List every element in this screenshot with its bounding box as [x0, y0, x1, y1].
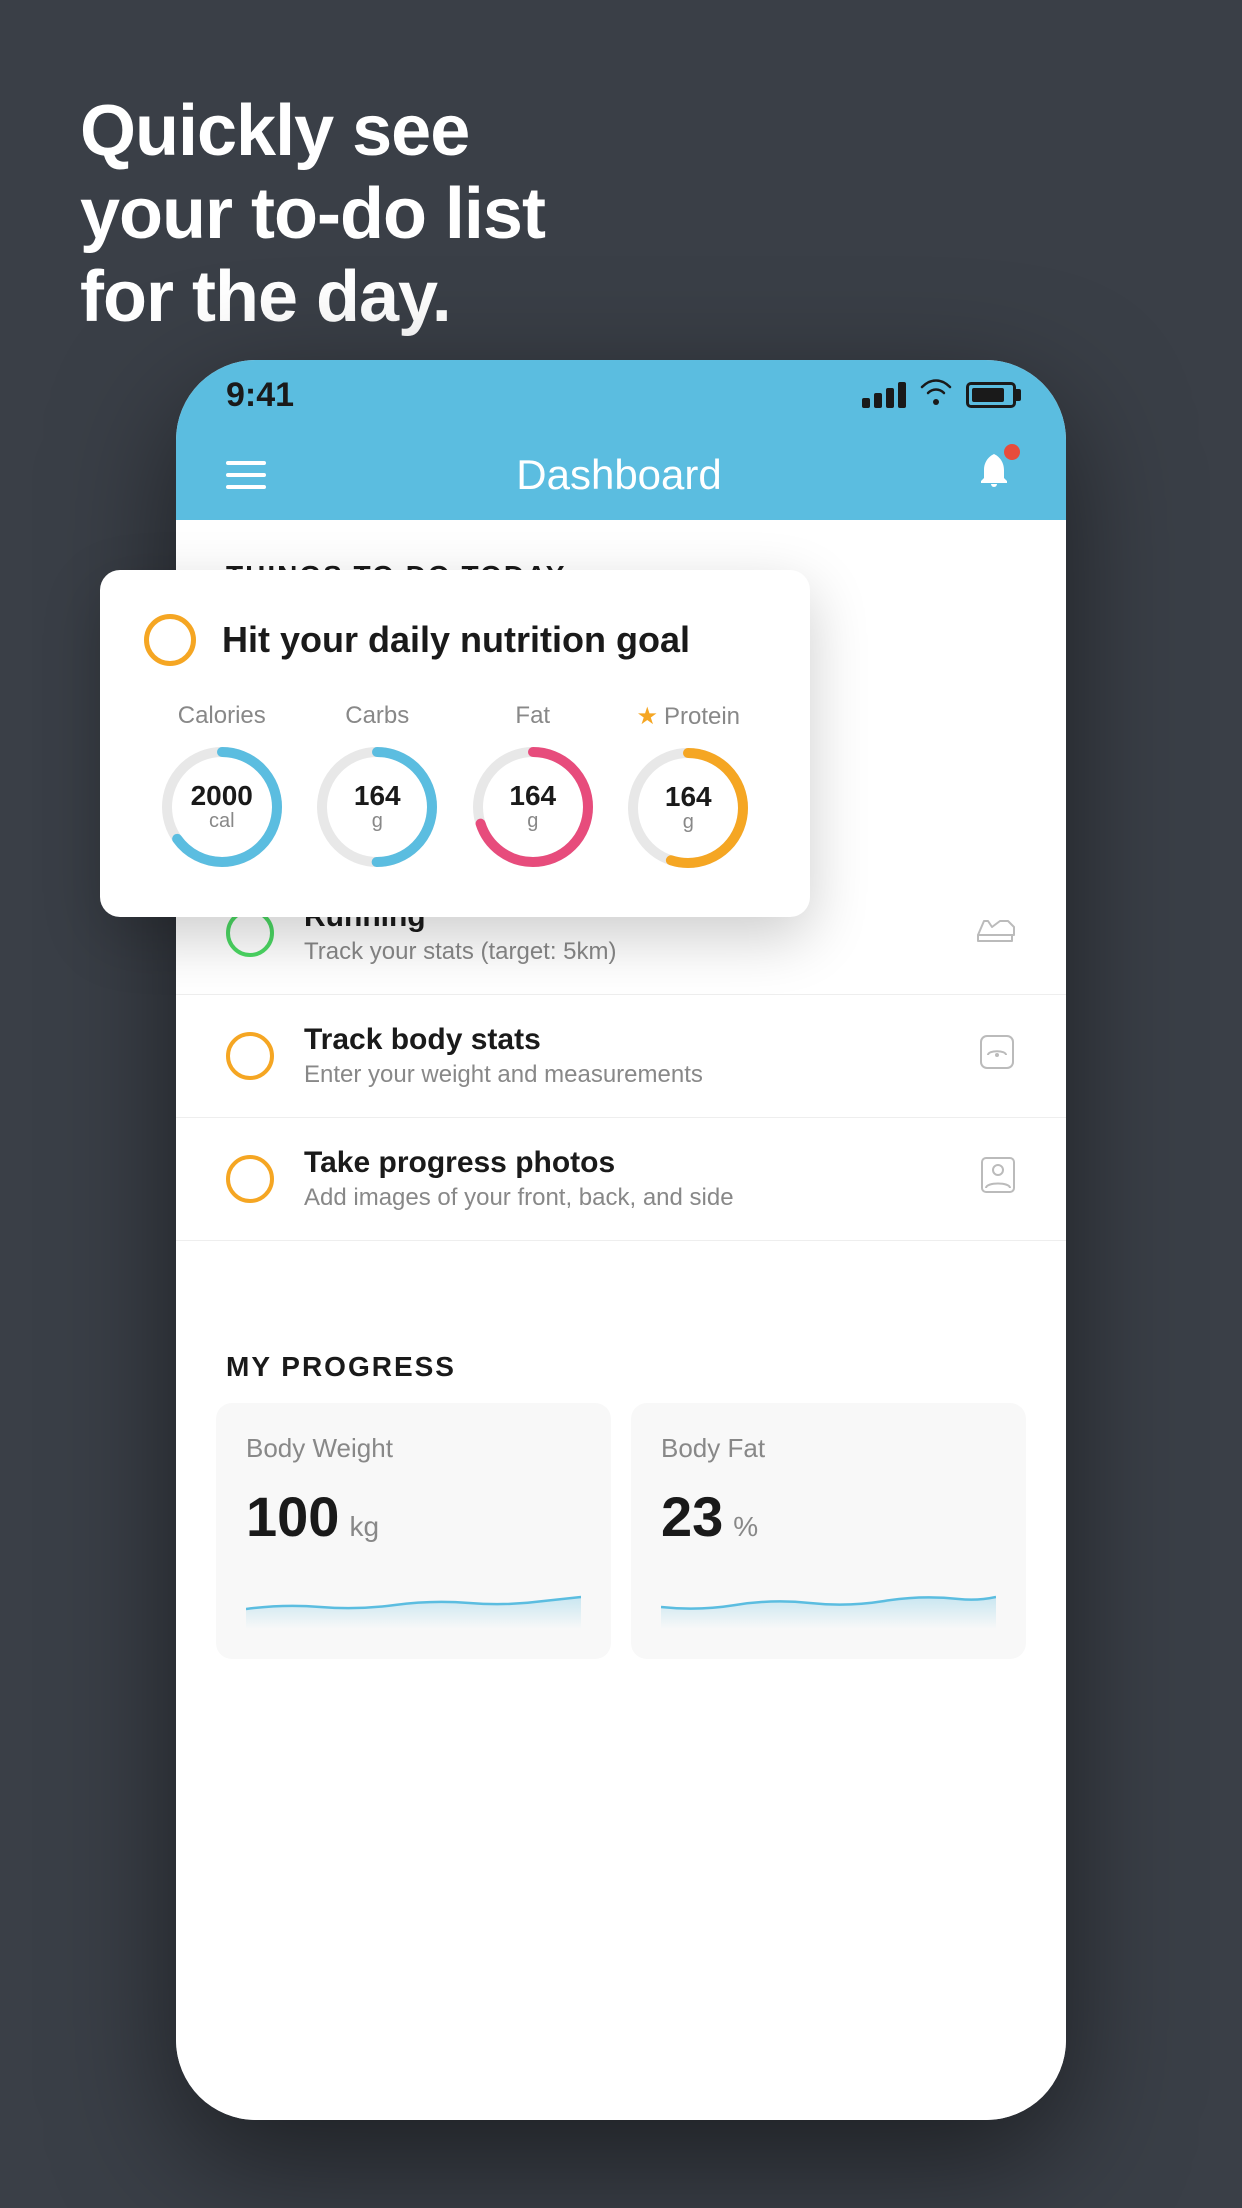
protein-unit: g — [683, 811, 694, 834]
list-item[interactable]: Track body stats Enter your weight and m… — [176, 995, 1066, 1118]
body-weight-title: Body Weight — [246, 1433, 581, 1464]
nav-title: Dashboard — [516, 451, 721, 499]
todo-circle-photos — [226, 1155, 274, 1203]
calories-value: 2000 — [191, 782, 253, 810]
nutrition-card: Hit your daily nutrition goal Calories 2… — [100, 570, 810, 917]
menu-button[interactable] — [226, 461, 266, 489]
status-time: 9:41 — [226, 376, 294, 415]
fat-unit: g — [527, 810, 538, 833]
body-weight-value: 100 — [246, 1484, 339, 1549]
todo-subtitle-running: Track your stats (target: 5km) — [304, 938, 946, 966]
nutrition-circle-indicator — [144, 614, 196, 666]
macro-protein-label: Protein — [664, 703, 740, 731]
nutrition-title: Hit your daily nutrition goal — [222, 619, 690, 661]
hero-line1: Quickly see — [80, 90, 545, 173]
notification-badge — [1004, 444, 1020, 460]
calories-circle: 2000 cal — [157, 742, 287, 872]
status-icons — [862, 379, 1016, 412]
protein-circle: 164 g — [623, 743, 753, 873]
person-icon — [980, 1156, 1016, 1203]
macro-fat-label: Fat — [515, 702, 550, 730]
macro-protein: ★ Protein 164 g — [623, 702, 753, 873]
macro-calories-label: Calories — [178, 702, 266, 730]
todo-subtitle-photos: Add images of your front, back, and side — [304, 1184, 950, 1212]
macro-carbs-label: Carbs — [345, 702, 409, 730]
todo-circle-bodystats — [226, 1032, 274, 1080]
calories-unit: cal — [209, 810, 235, 833]
status-bar: 9:41 — [176, 360, 1066, 430]
body-fat-chart — [661, 1569, 996, 1629]
macro-carbs: Carbs 164 g — [312, 702, 442, 872]
body-fat-unit: % — [733, 1511, 758, 1543]
scale-icon — [978, 1033, 1016, 1080]
todo-subtitle-bodystats: Enter your weight and measurements — [304, 1061, 948, 1089]
progress-cards: Body Weight 100 kg — [176, 1403, 1066, 1699]
hero-line3: for the day. — [80, 256, 545, 339]
fat-value: 164 — [509, 782, 556, 810]
body-fat-card: Body Fat 23 % — [631, 1403, 1026, 1659]
macro-calories: Calories 2000 cal — [157, 702, 287, 872]
progress-header: MY PROGRESS — [176, 1301, 1066, 1403]
signal-icon — [862, 382, 906, 408]
nav-bar: Dashboard — [176, 430, 1066, 520]
hero-text: Quickly see your to-do list for the day. — [80, 90, 545, 338]
macros-row: Calories 2000 cal Carbs — [144, 702, 766, 873]
protein-value: 164 — [665, 783, 712, 811]
body-weight-unit: kg — [349, 1511, 379, 1543]
todo-list: Running Track your stats (target: 5km) T… — [176, 872, 1066, 1241]
hero-line2: your to-do list — [80, 173, 545, 256]
body-fat-value: 23 — [661, 1484, 723, 1549]
todo-title-bodystats: Track body stats — [304, 1023, 948, 1057]
shoe-icon — [976, 911, 1016, 956]
star-icon: ★ — [636, 702, 658, 731]
list-item[interactable]: Take progress photos Add images of your … — [176, 1118, 1066, 1241]
body-weight-chart — [246, 1569, 581, 1629]
fat-circle: 164 g — [468, 742, 598, 872]
todo-title-photos: Take progress photos — [304, 1146, 950, 1180]
progress-section: MY PROGRESS Body Weight 100 kg — [176, 1301, 1066, 1699]
battery-icon — [966, 382, 1016, 408]
carbs-circle: 164 g — [312, 742, 442, 872]
wifi-icon — [920, 379, 952, 412]
macro-fat: Fat 164 g — [468, 702, 598, 872]
body-weight-card: Body Weight 100 kg — [216, 1403, 611, 1659]
body-fat-title: Body Fat — [661, 1433, 996, 1464]
carbs-unit: g — [372, 810, 383, 833]
notification-button[interactable] — [972, 448, 1016, 503]
carbs-value: 164 — [354, 782, 401, 810]
